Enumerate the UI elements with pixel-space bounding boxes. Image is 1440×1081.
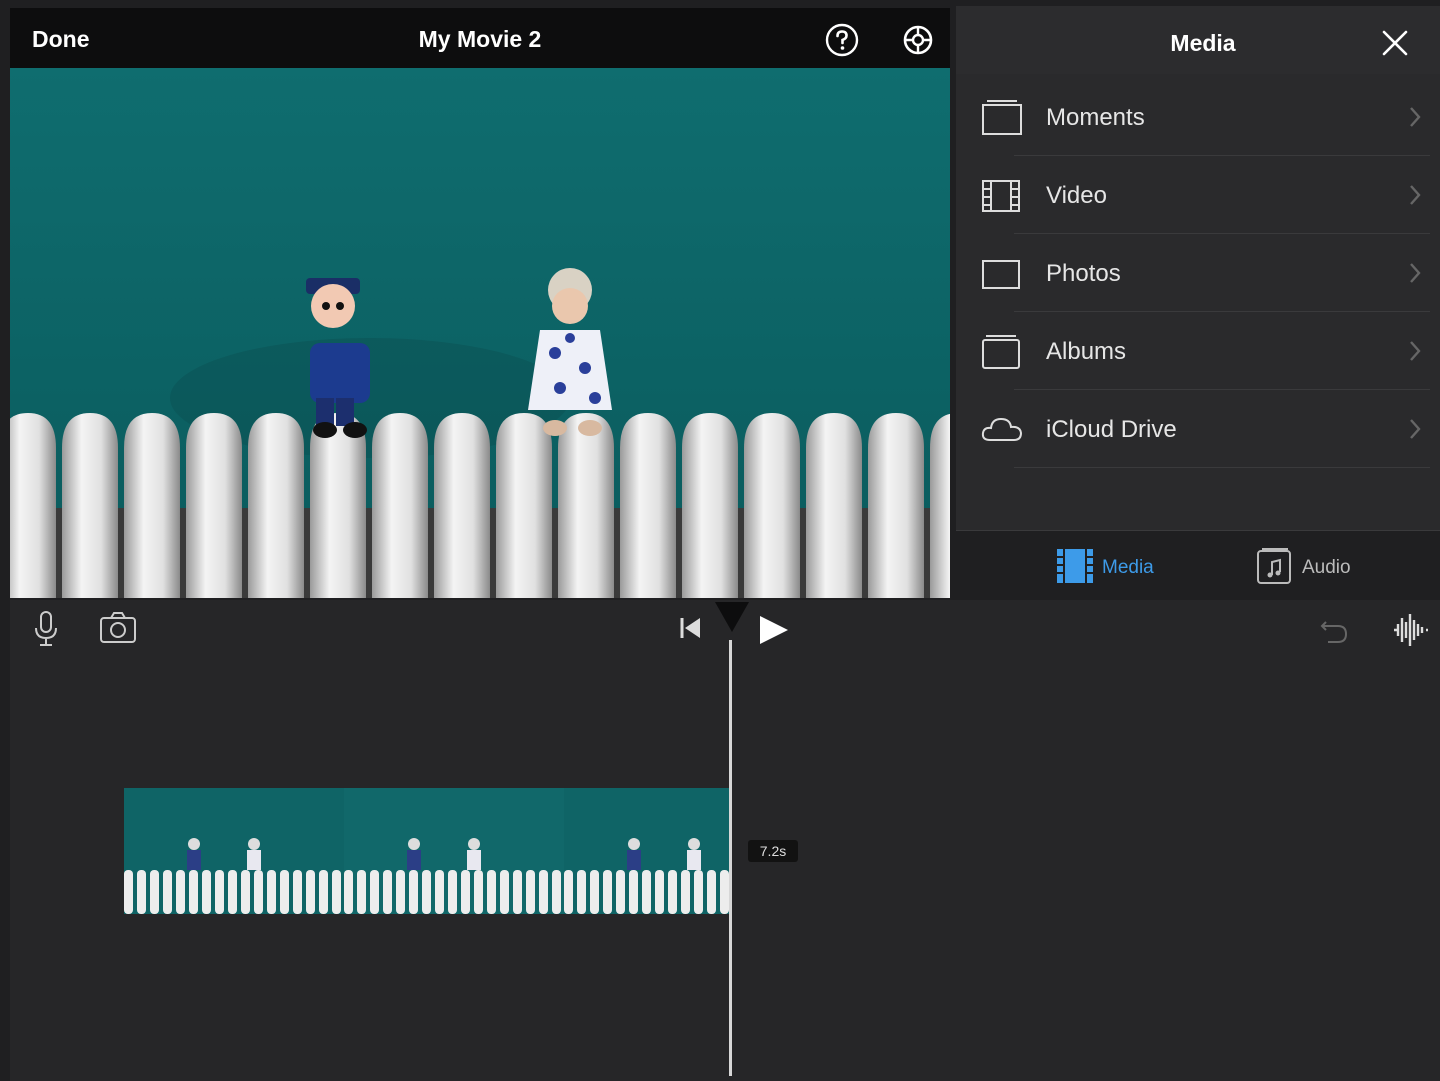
- media-row-label: Photos: [1046, 260, 1121, 287]
- chevron-right-icon: [1408, 182, 1422, 208]
- help-icon[interactable]: [824, 22, 860, 58]
- media-row-video[interactable]: Video: [956, 156, 1440, 234]
- tab-audio[interactable]: Audio: [1254, 545, 1364, 589]
- media-panel-title: Media: [1170, 30, 1236, 56]
- tab-media-label: Media: [1102, 557, 1154, 578]
- playhead[interactable]: [729, 640, 732, 1076]
- chevron-right-icon: [1408, 260, 1422, 286]
- tab-audio-label: Audio: [1302, 557, 1351, 578]
- media-row-albums[interactable]: Albums: [956, 312, 1440, 390]
- moments-icon: [980, 98, 1024, 138]
- timeline-clip[interactable]: [124, 788, 730, 914]
- chevron-right-icon: [1408, 338, 1422, 364]
- media-row-moments[interactable]: Moments: [956, 78, 1440, 156]
- media-panel-header: Media: [956, 6, 1440, 74]
- cloud-icon: [980, 410, 1024, 450]
- settings-gear-icon[interactable]: [900, 22, 936, 58]
- photos-icon: [980, 254, 1024, 294]
- project-title: My Movie 2: [418, 26, 542, 52]
- camera-icon[interactable]: [98, 608, 138, 648]
- media-row-icloud-drive[interactable]: iCloud Drive: [956, 390, 1440, 468]
- audio-note-icon: [1257, 548, 1291, 584]
- divider: [1014, 467, 1430, 468]
- chevron-right-icon: [1408, 416, 1422, 442]
- media-row-label: Moments: [1046, 104, 1145, 131]
- media-row-label: Video: [1046, 182, 1107, 209]
- media-row-label: iCloud Drive: [1046, 416, 1177, 443]
- audio-waveform-icon[interactable]: [1390, 610, 1430, 650]
- playhead-marker: [715, 602, 749, 632]
- media-row-photos[interactable]: Photos: [956, 234, 1440, 312]
- chevron-right-icon: [1408, 104, 1422, 130]
- clip-duration-badge: 7.2s: [748, 840, 798, 862]
- tab-media[interactable]: Media: [1054, 545, 1164, 589]
- microphone-icon[interactable]: [26, 608, 66, 648]
- film-icon: [980, 176, 1024, 216]
- skip-to-start-icon[interactable]: [670, 608, 710, 648]
- play-icon[interactable]: [754, 610, 794, 650]
- undo-icon[interactable]: [1314, 610, 1354, 650]
- top-bar: Done My Movie 2: [10, 8, 950, 68]
- video-preview[interactable]: [10, 68, 950, 598]
- media-film-icon: [1057, 549, 1093, 583]
- media-panel: Media Moments Video Photos Albums iCloud…: [956, 6, 1440, 601]
- media-row-label: Albums: [1046, 338, 1127, 365]
- albums-icon: [980, 332, 1024, 372]
- close-icon[interactable]: [1380, 28, 1410, 58]
- media-panel-tabbar: Media Audio: [956, 530, 1440, 601]
